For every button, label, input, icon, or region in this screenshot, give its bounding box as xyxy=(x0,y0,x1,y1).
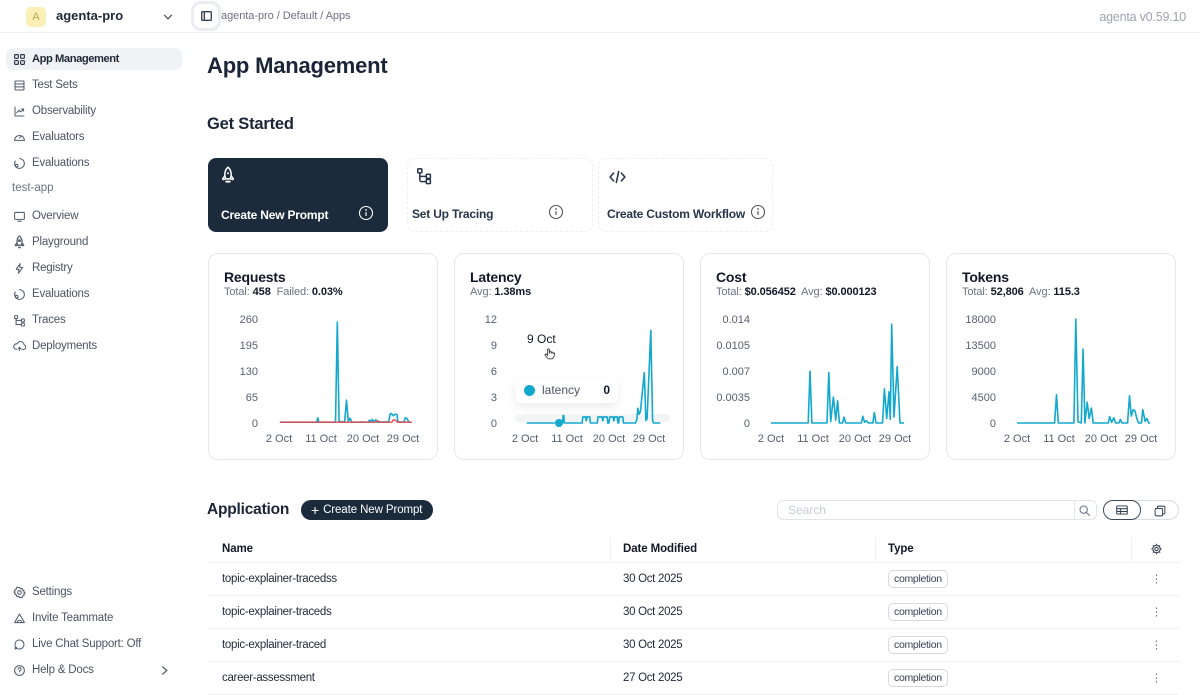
svg-text:20 Oct: 20 Oct xyxy=(1085,433,1117,445)
svg-text:2 Oct: 2 Oct xyxy=(1004,433,1030,445)
svg-text:29 Oct: 29 Oct xyxy=(1125,433,1157,445)
svg-text:130: 130 xyxy=(240,366,258,378)
svg-text:20 Oct: 20 Oct xyxy=(593,433,625,445)
svg-text:3: 3 xyxy=(491,392,497,404)
svg-text:0: 0 xyxy=(491,418,497,430)
svg-text:12: 12 xyxy=(485,314,497,326)
svg-text:0.007: 0.007 xyxy=(722,366,750,378)
svg-text:0.014: 0.014 xyxy=(722,314,750,326)
svg-text:20 Oct: 20 Oct xyxy=(839,433,871,445)
svg-text:195: 195 xyxy=(240,340,258,352)
svg-text:260: 260 xyxy=(240,314,258,326)
svg-text:29 Oct: 29 Oct xyxy=(633,433,665,445)
svg-text:6: 6 xyxy=(491,366,497,378)
svg-text:0.0105: 0.0105 xyxy=(716,340,750,352)
svg-text:4500: 4500 xyxy=(972,392,996,404)
svg-text:0: 0 xyxy=(744,418,750,430)
svg-text:0: 0 xyxy=(990,418,996,430)
svg-text:2 Oct: 2 Oct xyxy=(512,433,538,445)
svg-text:65: 65 xyxy=(246,392,258,404)
svg-text:29 Oct: 29 Oct xyxy=(387,433,419,445)
svg-text:9000: 9000 xyxy=(972,366,996,378)
svg-text:29 Oct: 29 Oct xyxy=(879,433,911,445)
svg-text:11 Oct: 11 Oct xyxy=(305,433,337,445)
svg-text:20 Oct: 20 Oct xyxy=(347,433,379,445)
svg-text:11 Oct: 11 Oct xyxy=(551,433,583,445)
svg-text:2 Oct: 2 Oct xyxy=(758,433,784,445)
svg-text:2 Oct: 2 Oct xyxy=(266,433,292,445)
svg-text:9: 9 xyxy=(491,340,497,352)
svg-text:11 Oct: 11 Oct xyxy=(1043,433,1075,445)
svg-text:11 Oct: 11 Oct xyxy=(797,433,829,445)
svg-text:0: 0 xyxy=(252,418,258,430)
svg-text:18000: 18000 xyxy=(965,314,996,326)
svg-text:13500: 13500 xyxy=(965,340,996,352)
svg-text:0.0035: 0.0035 xyxy=(716,392,750,404)
